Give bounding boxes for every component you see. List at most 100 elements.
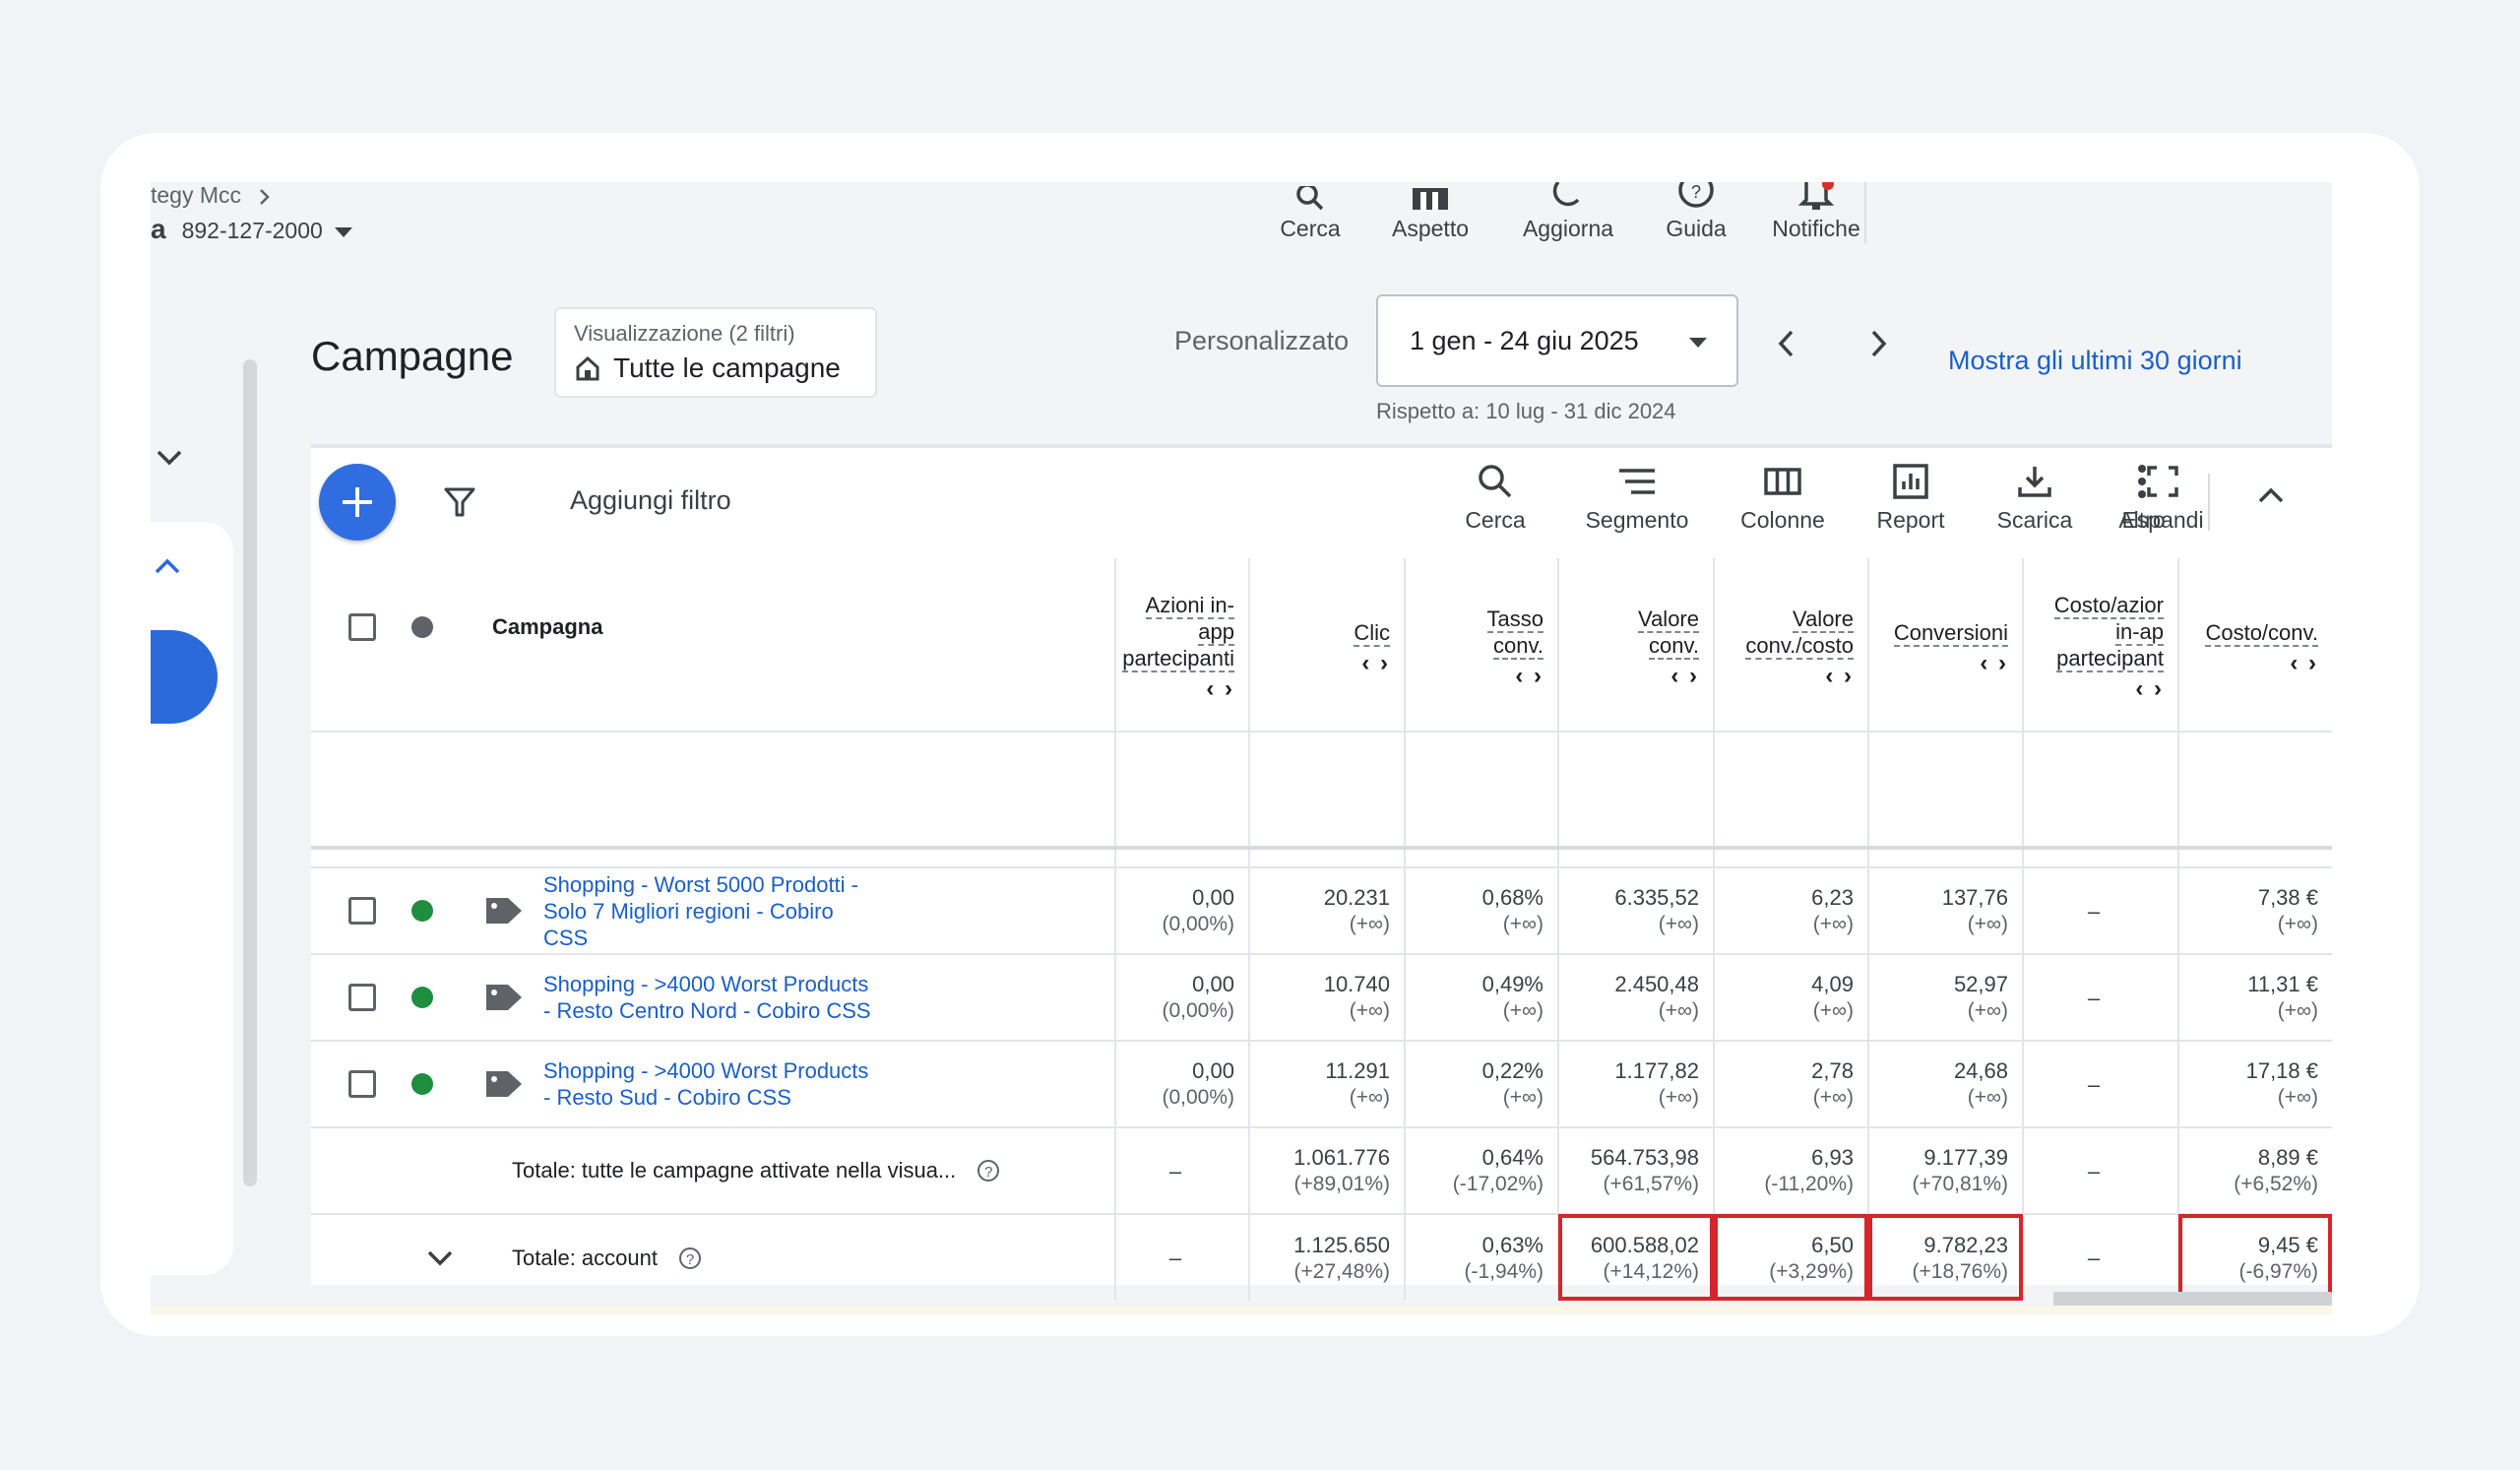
metric-cell: 6,23 (+∞) [1713, 866, 1868, 954]
status-enabled-dot[interactable] [411, 900, 433, 922]
horizontal-scrollbar[interactable] [2053, 1292, 2332, 1306]
metric-value: 1.177,82 [1614, 1058, 1699, 1083]
metric-delta: (+∞) [1812, 999, 1854, 1022]
metric-cell: 564.753,98 (+61,57%) [1557, 1126, 1714, 1214]
compare-range: Rispetto a: 10 lug - 31 dic 2024 [1376, 399, 1676, 423]
metric-value: 0,64% [1481, 1145, 1544, 1170]
sidebar-scrollbar[interactable] [243, 359, 257, 1186]
google-ads-screen: tegy Mcc a 892-127-2000 Cerca Aspetto Agg… [151, 182, 2332, 1314]
metric-cell: 7,38 € (+∞) [2177, 866, 2332, 954]
prev-period-button[interactable] [1767, 324, 1806, 363]
breadcrumb[interactable]: tegy Mcc [151, 182, 273, 209]
table-row[interactable]: Shopping - >4000 Worst Products - Resto … [311, 1040, 2332, 1127]
table-header-row: Campagna Azioni in-app partecipanti ‹ › Cl… [311, 558, 2332, 733]
campaign-link[interactable]: Shopping - Worst 5000 Prodotti - Solo 7 … [543, 871, 878, 951]
add-filter-input[interactable]: Aggiungi filtro [570, 485, 731, 516]
toolbar-download-label: Scarica [1996, 507, 2073, 533]
sort-arrows-icon[interactable]: ‹ › [1869, 650, 2008, 676]
col-header-conv-value[interactable]: Valore conv. ‹ › [1557, 558, 1714, 733]
row-checkbox[interactable] [348, 984, 376, 1011]
view-selector[interactable]: Visualizzazione (2 filtri) Tutte le camp… [554, 307, 877, 398]
metric-delta: (+∞) [1502, 999, 1544, 1022]
toolbar-more-button[interactable]: Altro [2091, 462, 2193, 534]
metric-delta: (-17,02%) [1452, 1173, 1544, 1195]
top-appearance-button[interactable]: Aspetto [1366, 182, 1494, 242]
metric-value: 24,68 [1953, 1058, 2008, 1083]
chevron-up-icon[interactable] [2256, 485, 2286, 505]
view-value: Tutte le campagne [613, 352, 841, 383]
sort-arrows-icon[interactable]: ‹ › [1406, 663, 1544, 689]
campaign-link[interactable]: Shopping - >4000 Worst Products - Resto … [543, 971, 878, 1024]
shopping-tag-icon [486, 1071, 522, 1097]
toolbar-report-button[interactable]: Report [1847, 462, 1975, 534]
metric-delta: (+∞) [1967, 999, 2008, 1022]
highlighted-metric-cell: 600.588,02 (+14,12%) [1557, 1213, 1714, 1301]
metric-value: 1.061.776 [1293, 1145, 1390, 1170]
toolbar-columns-button[interactable]: Colonne [1719, 462, 1847, 534]
top-help-button[interactable]: ? Guida [1632, 182, 1760, 242]
campaign-header-label[interactable]: Campagna [492, 614, 602, 640]
metric-cell: – [2022, 866, 2178, 954]
status-enabled-dot[interactable] [411, 1073, 433, 1095]
col-header-conversions[interactable]: Conversioni ‹ › [1867, 558, 2023, 733]
metric-cell: 20.231 (+∞) [1248, 866, 1405, 954]
sort-arrows-icon[interactable]: ‹ › [1116, 675, 1234, 702]
campaign-link[interactable]: Shopping - >4000 Worst Products - Resto … [543, 1057, 878, 1111]
account-selector[interactable]: a 892-127-2000 [151, 214, 352, 245]
col-header-cost-per-in-app-action[interactable]: Costo/azior in-ap partecipant ‹ › [2022, 558, 2178, 733]
toolbar-search-button[interactable]: Cerca [1431, 462, 1559, 534]
chevron-down-icon[interactable] [155, 448, 184, 468]
col-header-clicks[interactable]: Clic ‹ › [1248, 558, 1405, 733]
toolbar-download-button[interactable]: Scarica [1971, 462, 2099, 534]
spacer-row [311, 848, 2332, 867]
metric-value: 0,22% [1481, 1058, 1544, 1083]
show-last-30-days-link[interactable]: Mostra gli ultimi 30 giorni [1948, 346, 2242, 376]
metric-value: 6.335,52 [1614, 885, 1699, 910]
columns-icon [1764, 468, 1801, 495]
table-toolbar: Aggiungi filtro Cerca Segmento Colonne R… [311, 444, 2332, 558]
top-search-button[interactable]: Cerca [1246, 182, 1374, 242]
toolbar-segment-button[interactable]: Segmento [1573, 462, 1701, 534]
status-enabled-dot[interactable] [411, 987, 433, 1008]
help-icon[interactable]: ? [977, 1160, 1000, 1182]
col-header-conv-rate[interactable]: Tasso conv. ‹ › [1404, 558, 1558, 733]
filter-icon[interactable] [443, 485, 476, 519]
metric-cell: 0,49% (+∞) [1404, 953, 1558, 1041]
metric-value: 600.588,02 [1590, 1232, 1699, 1257]
sort-arrows-icon[interactable]: ‹ › [1715, 663, 1854, 689]
col-label: conv. [1493, 633, 1544, 660]
metric-value: 8,89 € [2257, 1145, 2318, 1170]
add-campaign-button[interactable] [319, 464, 396, 541]
next-period-button[interactable] [1858, 324, 1898, 363]
metric-value: 7,38 € [2257, 885, 2318, 910]
toolbar-more-label: Altro [2118, 507, 2166, 533]
top-refresh-button[interactable]: Aggiorna [1504, 182, 1632, 242]
row-checkbox[interactable] [348, 897, 376, 925]
col-header-in-app-actions[interactable]: Azioni in-app partecipanti ‹ › [1114, 558, 1249, 733]
metric-cell: – [2022, 1040, 2178, 1127]
row-checkbox[interactable] [348, 1070, 376, 1098]
metric-value: – [2087, 1071, 2101, 1097]
breadcrumb-account[interactable]: tegy Mcc [151, 182, 241, 208]
view-caption: Visualizzazione (2 filtri) [574, 321, 795, 346]
chevron-up-icon[interactable] [153, 556, 182, 576]
sort-arrows-icon[interactable]: ‹ › [1250, 650, 1390, 676]
sort-arrows-icon[interactable]: ‹ › [2179, 650, 2318, 676]
select-all-checkbox[interactable] [348, 613, 376, 641]
sort-arrows-icon[interactable]: ‹ › [1559, 663, 1699, 689]
metric-cell: 0,00 (0,00%) [1114, 953, 1249, 1041]
metric-value: – [2087, 1158, 2101, 1183]
top-notifications-button[interactable]: Notifiche [1752, 182, 1880, 242]
metric-value: 9.177,39 [1923, 1145, 2008, 1170]
help-icon[interactable]: ? [678, 1246, 701, 1269]
metric-cell: 6,93 (-11,20%) [1713, 1126, 1868, 1214]
chevron-down-icon[interactable] [425, 1248, 455, 1268]
table-row[interactable]: Shopping - >4000 Worst Products - Resto … [311, 953, 2332, 1041]
date-range-picker[interactable]: 1 gen - 24 giu 2025 [1376, 294, 1738, 387]
sort-arrows-icon[interactable]: ‹ › [2024, 675, 2164, 702]
top-help-label: Guida [1666, 216, 1727, 241]
col-header-cost-per-conv[interactable]: Costo/conv. ‹ › [2177, 558, 2332, 733]
metric-cell: 0,00 (0,00%) [1114, 1040, 1249, 1127]
col-header-conv-value-cost[interactable]: Valore conv./costo ‹ › [1713, 558, 1868, 733]
table-row[interactable]: Shopping - Worst 5000 Prodotti - Solo 7 … [311, 866, 2332, 954]
